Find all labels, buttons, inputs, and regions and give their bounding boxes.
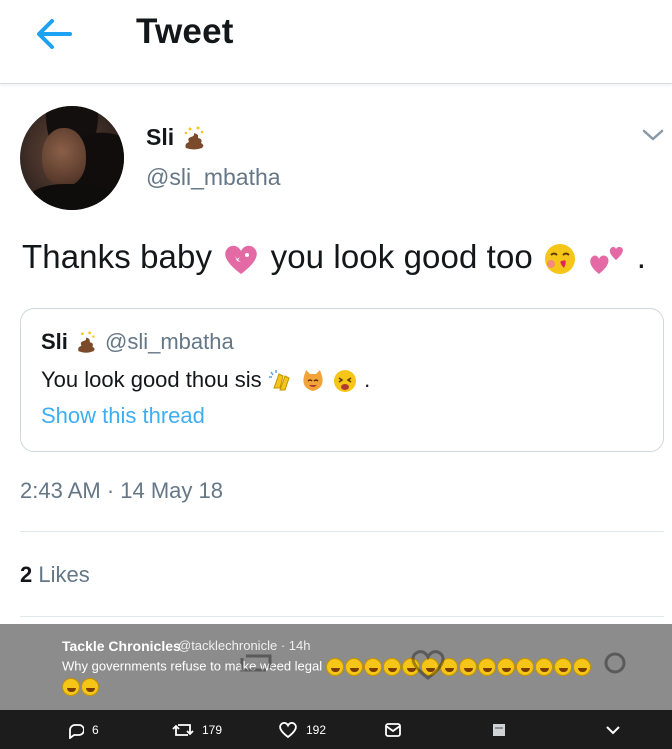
link-icon — [604, 652, 626, 674]
top-app-bar: Tweet — [0, 0, 672, 84]
pile-of-poo-with-sparkles-icon — [184, 126, 203, 150]
clapping-hands-icon — [268, 370, 290, 391]
face-with-tears-of-joy-icon — [344, 658, 363, 676]
like-button[interactable]: 192 — [278, 710, 326, 749]
face-with-tears-of-joy-icon — [477, 658, 496, 676]
divider — [20, 616, 664, 617]
show-thread-link[interactable]: Show this thread — [41, 403, 205, 429]
smiling-cat-icon — [303, 370, 323, 392]
face-with-tears-of-joy-icon — [534, 658, 553, 676]
retweet-icon — [172, 723, 194, 736]
face-with-tears-of-joy-icon — [325, 658, 344, 676]
likes-count[interactable]: 2 Likes — [20, 562, 90, 588]
overlay-author-name: Tackle Chronicles — [62, 638, 181, 654]
quoted-tweet-text: You look good thou sis . — [41, 367, 370, 394]
more-options-button[interactable] — [604, 710, 622, 749]
image-thumbnail-icon — [493, 723, 505, 736]
reply-button[interactable]: 6 — [66, 710, 99, 749]
face-with-tears-of-joy-icon — [515, 658, 534, 676]
laughing-emoji-row — [325, 658, 592, 676]
author-name[interactable]: Sli — [146, 124, 207, 152]
back-button[interactable] — [30, 14, 78, 54]
tweet-text: Thanks baby you look good too . — [22, 238, 646, 275]
face-with-tears-of-joy-icon — [363, 658, 382, 676]
screenshot-thumbnail-button[interactable] — [492, 710, 506, 749]
divider — [20, 531, 664, 532]
page-title: Tweet — [136, 12, 234, 51]
tired-face-icon — [333, 370, 356, 393]
face-with-tears-of-joy-icon — [81, 678, 99, 696]
chevron-down-icon[interactable] — [640, 124, 666, 146]
laughing-emoji-row — [62, 678, 100, 696]
tweet-timestamp: 2:43 AM · 14 May 18 — [20, 478, 223, 503]
author-handle[interactable]: @sli_mbatha — [146, 164, 281, 191]
face-with-tears-of-joy-icon — [553, 658, 572, 676]
face-with-tears-of-joy-icon — [62, 678, 80, 696]
quoted-author-handle: @sli_mbatha — [105, 329, 234, 354]
overlay-tweet-text: Why governments refuse to make weed lega… — [62, 658, 592, 676]
two-hearts-icon — [590, 247, 624, 275]
heart-icon — [411, 650, 445, 680]
chevron-down-icon — [606, 725, 620, 734]
quoted-tweet-card[interactable]: Sli @sli_mbatha You look good thou sis .… — [20, 308, 664, 452]
pile-of-poo-with-sparkles-icon — [78, 331, 95, 353]
retweet-icon — [240, 654, 272, 672]
heart-icon — [279, 721, 297, 738]
direct-message-button[interactable] — [384, 710, 402, 749]
face-with-tears-of-joy-icon — [496, 658, 515, 676]
envelope-icon — [385, 722, 401, 737]
sparkling-heart-icon — [225, 246, 258, 275]
face-with-tears-of-joy-icon — [458, 658, 477, 676]
face-blowing-kiss-icon — [545, 244, 576, 275]
face-with-tears-of-joy-icon — [382, 658, 401, 676]
avatar[interactable] — [20, 106, 124, 210]
arrow-left-icon — [37, 19, 72, 49]
bottom-action-bar: 6 179 192 — [0, 710, 672, 749]
reply-icon — [69, 723, 84, 739]
overlay-tweet: Tackle Chronicles @tacklechronicle · 14h… — [0, 624, 672, 710]
face-with-tears-of-joy-icon — [572, 658, 591, 676]
quoted-author-name: Sli — [41, 329, 98, 355]
retweet-button[interactable]: 179 — [172, 710, 222, 749]
